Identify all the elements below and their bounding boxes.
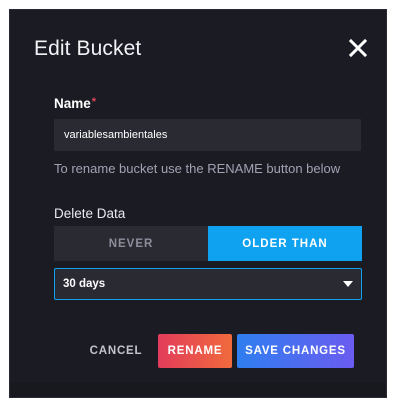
never-option-button[interactable]: NEVER <box>54 226 208 261</box>
close-icon <box>348 38 368 58</box>
older-than-option-button[interactable]: OLDER THAN <box>208 226 362 261</box>
bucket-name-input[interactable] <box>54 119 361 151</box>
close-button[interactable] <box>346 36 370 60</box>
delete-data-label: Delete Data <box>54 206 126 221</box>
page-background: Edit Bucket Name* To rename bucket use t… <box>0 0 396 406</box>
cancel-button[interactable]: CANCEL <box>80 334 152 368</box>
dialog-actions: CANCEL RENAME SAVE CHANGES <box>10 334 388 368</box>
caret-down-icon <box>343 281 353 287</box>
edit-bucket-dialog: Edit Bucket Name* To rename bucket use t… <box>9 9 387 398</box>
rename-button[interactable]: RENAME <box>158 334 232 368</box>
retention-period-select[interactable]: 30 days <box>54 268 362 300</box>
required-marker: * <box>91 96 97 108</box>
save-changes-button[interactable]: SAVE CHANGES <box>237 334 354 368</box>
rename-hint: To rename bucket use the RENAME button b… <box>54 161 341 176</box>
name-label: Name* <box>54 96 96 111</box>
name-label-text: Name <box>54 96 91 111</box>
delete-data-toggle: NEVER OLDER THAN <box>54 226 362 261</box>
retention-period-value: 30 days <box>63 278 106 290</box>
dialog-title: Edit Bucket <box>34 37 142 60</box>
